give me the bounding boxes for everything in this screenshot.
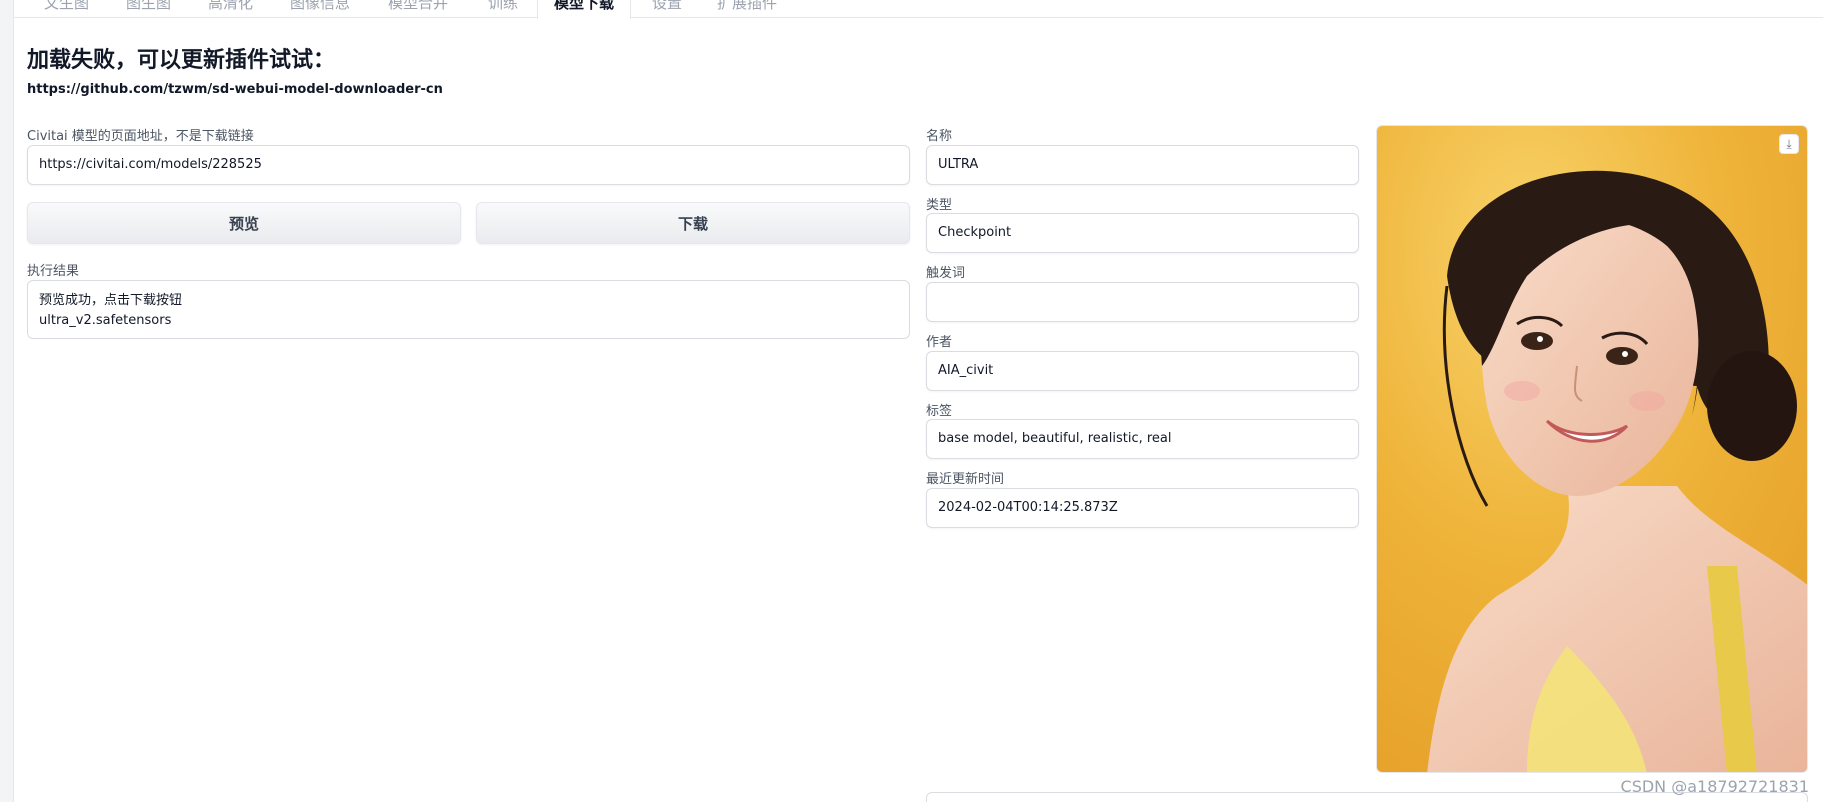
updated-label: 最近更新时间 — [926, 472, 1005, 487]
trigger-label: 触发词 — [926, 266, 966, 281]
tags-label: 标签 — [926, 404, 953, 419]
left-gutter — [0, 0, 14, 802]
download-button[interactable]: 下载 — [476, 202, 910, 244]
portrait-illustration — [1377, 126, 1807, 772]
result-line-2: ultra_v2.safetensors — [39, 313, 172, 328]
tab-settings[interactable]: 设置 — [636, 0, 698, 18]
trigger-field[interactable] — [926, 282, 1359, 322]
type-field[interactable]: Checkpoint — [926, 213, 1359, 253]
download-icon[interactable]: ⤓ — [1779, 134, 1799, 154]
preview-button[interactable]: 预览 — [27, 202, 461, 244]
tab-image-info[interactable]: 图像信息 — [274, 0, 366, 18]
watermark: CSDN @a18792721831 — [1620, 777, 1809, 796]
model-preview-image[interactable]: ⤓ — [1376, 125, 1808, 773]
name-field[interactable]: ULTRA — [926, 145, 1359, 185]
result-output[interactable]: 预览成功，点击下载按钮 ultra_v2.safetensors — [27, 280, 910, 339]
tab-img2img[interactable]: 图生图 — [110, 0, 187, 18]
url-label: Civitai 模型的页面地址，不是下载链接 — [27, 129, 254, 144]
page: 文生图 图生图 高清化 图像信息 模型合并 训练 模型下载 设置 扩展插件 加载… — [0, 0, 1823, 802]
tab-train[interactable]: 训练 — [472, 0, 534, 18]
type-label: 类型 — [926, 198, 953, 213]
plugin-link[interactable]: https://github.com/tzwm/sd-webui-model-d… — [27, 82, 443, 97]
page-title: 加载失败，可以更新插件试试： — [27, 48, 336, 73]
tab-model-merge[interactable]: 模型合并 — [372, 0, 464, 18]
tags-field[interactable]: base model, beautiful, realistic, real — [926, 419, 1359, 459]
author-label: 作者 — [926, 335, 953, 350]
name-label: 名称 — [926, 129, 953, 144]
tab-model-download[interactable]: 模型下载 — [537, 0, 632, 19]
result-line-1: 预览成功，点击下载按钮 — [39, 293, 183, 308]
result-label: 执行结果 — [27, 264, 80, 279]
tab-extensions[interactable]: 扩展插件 — [701, 0, 793, 18]
updated-field[interactable]: 2024-02-04T00:14:25.873Z — [926, 488, 1359, 528]
tab-bar: 文生图 图生图 高清化 图像信息 模型合并 训练 模型下载 设置 扩展插件 — [14, 0, 1823, 19]
tab-txt2img[interactable]: 文生图 — [28, 0, 105, 18]
author-field[interactable]: AIA_civit — [926, 351, 1359, 391]
tab-upscale[interactable]: 高清化 — [192, 0, 269, 18]
url-input[interactable]: https://civitai.com/models/228525 — [27, 145, 910, 185]
